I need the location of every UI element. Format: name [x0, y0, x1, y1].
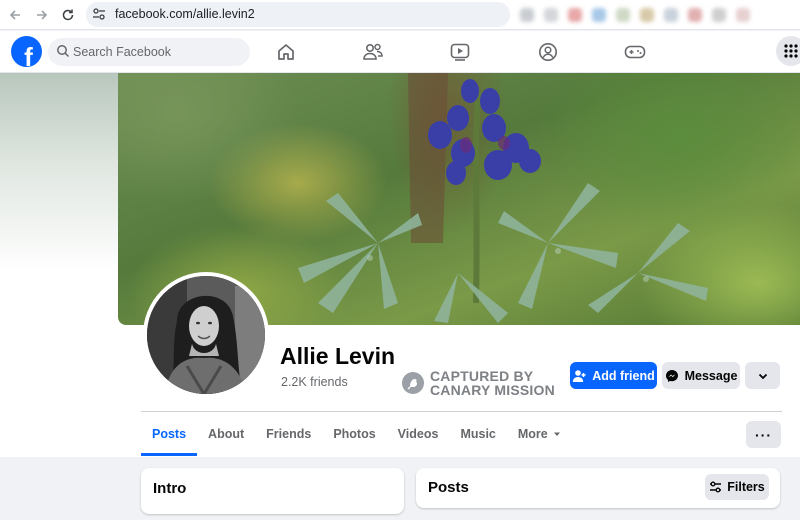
- tab-posts[interactable]: Posts: [141, 412, 198, 456]
- search-icon: [56, 44, 70, 63]
- browser-toolbar: facebook.com/allie.levin2: [0, 0, 800, 30]
- facebook-top-nav: f: [0, 31, 800, 73]
- forward-arrow-icon[interactable]: [32, 5, 52, 25]
- messenger-icon: [665, 369, 678, 382]
- message-label: Message: [684, 368, 738, 383]
- posts-title: Posts: [428, 479, 469, 496]
- tab-videos[interactable]: Videos: [387, 412, 450, 456]
- stamp-line-2: CANARY MISSION: [430, 382, 555, 398]
- canary-mission-stamp: CAPTURED BY CANARY MISSION: [402, 369, 555, 397]
- profile-name: Allie Levin: [280, 343, 396, 369]
- canary-bird-icon: [402, 372, 424, 394]
- intro-card: Intro: [141, 468, 404, 514]
- site-settings-icon[interactable]: [92, 7, 106, 26]
- extensions-area: [520, 4, 800, 26]
- facebook-logo[interactable]: f: [11, 36, 42, 67]
- posts-card: Posts Filters: [416, 468, 780, 508]
- filters-label: Filters: [727, 480, 765, 494]
- message-button[interactable]: Message: [662, 362, 740, 389]
- tab-music[interactable]: Music: [449, 412, 506, 456]
- address-bar[interactable]: facebook.com/allie.levin2: [86, 2, 510, 27]
- reload-icon[interactable]: [58, 5, 78, 25]
- tab-more[interactable]: More: [507, 412, 573, 456]
- menu-grid-icon[interactable]: [776, 36, 800, 66]
- cover-side-fade: [0, 73, 118, 273]
- friends-icon[interactable]: [362, 41, 384, 63]
- chevron-down-icon: [758, 373, 767, 379]
- friends-count[interactable]: 2.2K friends: [281, 375, 348, 389]
- tab-about[interactable]: About: [197, 412, 255, 456]
- filters-button[interactable]: Filters: [705, 474, 769, 500]
- add-friend-button[interactable]: Add friend: [570, 362, 657, 389]
- add-friend-icon: [573, 369, 586, 382]
- caret-down-icon: [553, 432, 560, 436]
- groups-icon[interactable]: [537, 41, 559, 63]
- more-options-icon: ···: [755, 426, 772, 443]
- stamp-line-1: CAPTURED BY: [430, 368, 534, 384]
- tab-more-label: More: [517, 427, 548, 441]
- tab-photos[interactable]: Photos: [322, 412, 386, 456]
- tab-friends[interactable]: Friends: [255, 412, 322, 456]
- filters-icon: [710, 481, 722, 493]
- video-icon[interactable]: [449, 41, 471, 63]
- back-arrow-icon[interactable]: [5, 5, 25, 25]
- add-friend-label: Add friend: [592, 368, 655, 383]
- profile-tabs: Posts About Friends Photos Videos Music …: [141, 412, 573, 456]
- search-box[interactable]: [48, 38, 250, 66]
- url-text: facebook.com/allie.levin2: [115, 7, 255, 21]
- profile-avatar[interactable]: [143, 272, 269, 398]
- home-icon[interactable]: [275, 41, 297, 63]
- gaming-icon[interactable]: [624, 41, 646, 63]
- more-options-button[interactable]: ···: [746, 421, 781, 448]
- search-input[interactable]: [73, 43, 243, 61]
- profile-more-button[interactable]: [745, 362, 780, 389]
- intro-title: Intro: [153, 480, 187, 497]
